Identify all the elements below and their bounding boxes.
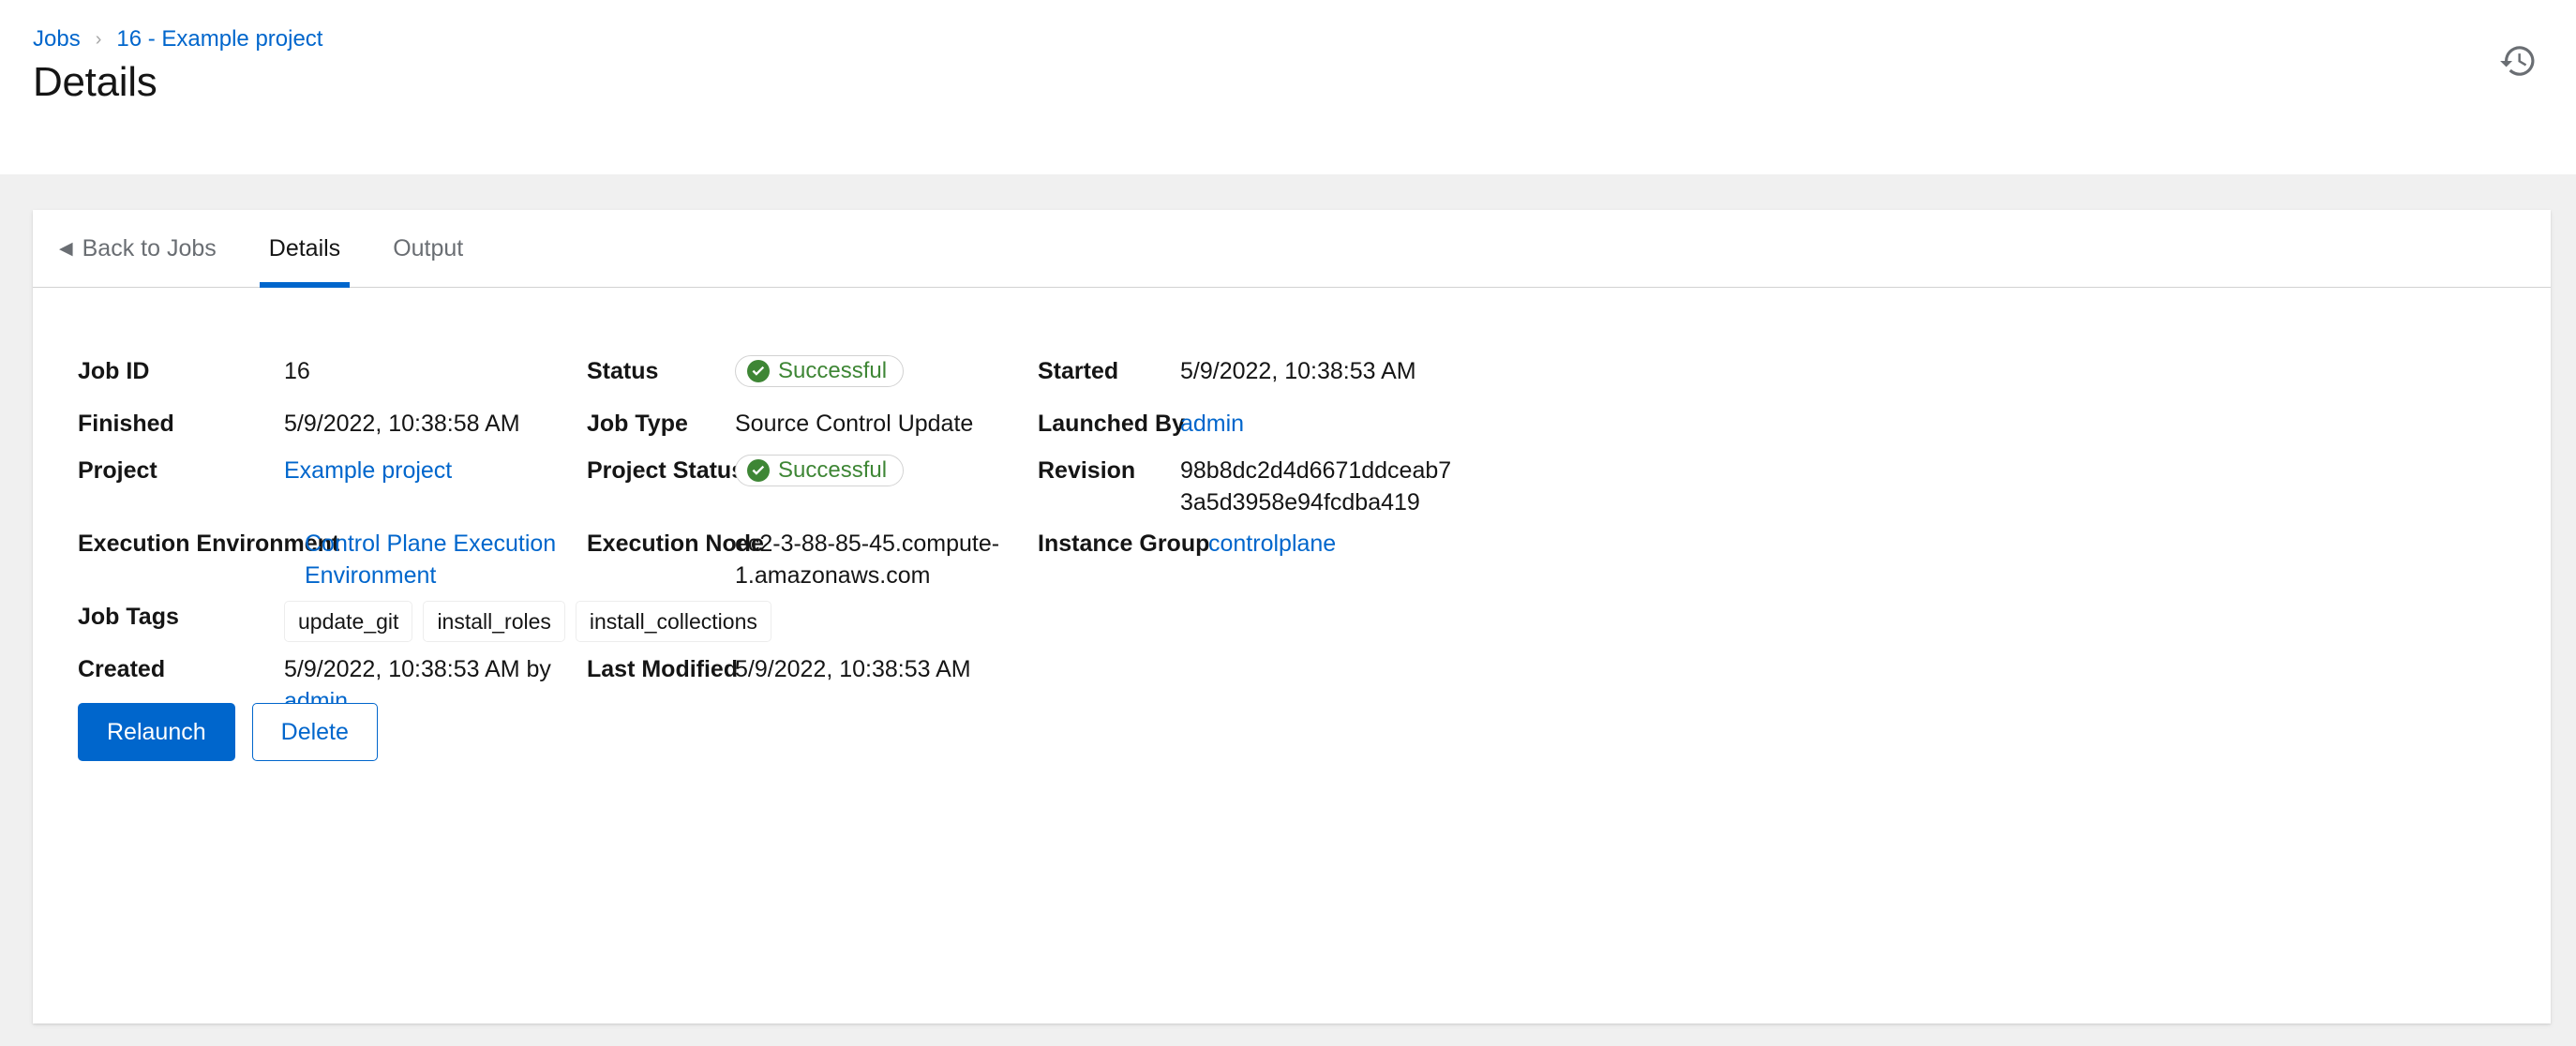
chevron-left-icon: ◀ bbox=[59, 240, 73, 258]
job-history-button[interactable] bbox=[2495, 39, 2540, 84]
execution-environment-value[interactable]: Control Plane Execution Environment bbox=[305, 528, 569, 591]
finished-label: Finished bbox=[78, 408, 279, 440]
launched-by-value[interactable]: admin bbox=[1180, 408, 1471, 440]
started-label: Started bbox=[1038, 355, 1175, 387]
check-circle-icon bbox=[747, 360, 770, 382]
execution-node-value: ec2-3-88-85-45.compute-1.amazonaws.com bbox=[735, 528, 1011, 591]
project-status-badge-label: Successful bbox=[778, 459, 887, 482]
page-title: Details bbox=[33, 60, 157, 105]
revision-label: Revision bbox=[1038, 455, 1175, 486]
created-timestamp: 5/9/2022, 10:38:53 AM by bbox=[284, 656, 551, 682]
tab-details-label: Details bbox=[269, 235, 340, 262]
job-tag-chip[interactable]: update_git bbox=[284, 601, 412, 642]
status-value: Successful bbox=[735, 355, 1026, 387]
tab-details[interactable]: Details bbox=[243, 210, 367, 287]
job-tags-label: Job Tags bbox=[78, 601, 279, 633]
breadcrumb: Jobs › 16 - Example project bbox=[33, 28, 322, 51]
project-label: Project bbox=[78, 455, 279, 486]
instance-group-value[interactable]: controlplane bbox=[1208, 528, 1499, 560]
breadcrumb-item-job[interactable]: 16 - Example project bbox=[116, 28, 322, 51]
revision-value: 98b8dc2d4d6671ddceab73a5d3958e94fcdba419 bbox=[1180, 455, 1457, 518]
finished-value: 5/9/2022, 10:38:58 AM bbox=[284, 408, 565, 440]
project-value[interactable]: Example project bbox=[284, 455, 565, 486]
tab-output[interactable]: Output bbox=[367, 210, 489, 287]
created-label: Created bbox=[78, 653, 279, 685]
job-tags-list: update_git install_roles install_collect… bbox=[284, 601, 809, 642]
status-badge-label: Successful bbox=[778, 360, 887, 382]
started-value: 5/9/2022, 10:38:53 AM bbox=[1180, 355, 1471, 387]
job-tag-chip[interactable]: install_collections bbox=[576, 601, 771, 642]
execution-node-label: Execution Node bbox=[587, 528, 727, 560]
job-tags-value: update_git install_roles install_collect… bbox=[284, 601, 809, 642]
check-circle-icon bbox=[747, 459, 770, 482]
last-modified-value: 5/9/2022, 10:38:53 AM bbox=[735, 653, 1026, 685]
job-id-value: 16 bbox=[284, 355, 565, 387]
tab-bar: ◀ Back to Jobs Details Output bbox=[33, 210, 2551, 288]
action-button-row: Relaunch Delete bbox=[78, 703, 378, 761]
status-label: Status bbox=[587, 355, 727, 387]
job-id-label: Job ID bbox=[78, 355, 279, 387]
instance-group-label: Instance Group bbox=[1038, 528, 1202, 560]
history-icon bbox=[2498, 41, 2538, 83]
job-type-label: Job Type bbox=[587, 408, 727, 440]
launched-by-label: Launched By bbox=[1038, 408, 1175, 440]
status-badge[interactable]: Successful bbox=[735, 355, 904, 387]
execution-environment-label: Execution Environment bbox=[78, 528, 298, 560]
tab-output-label: Output bbox=[393, 235, 463, 262]
project-status-value: Successful bbox=[735, 455, 1026, 486]
breadcrumb-separator-icon: › bbox=[96, 30, 102, 49]
tab-back-to-jobs-label: Back to Jobs bbox=[82, 235, 217, 262]
job-tag-chip[interactable]: install_roles bbox=[423, 601, 564, 642]
relaunch-button[interactable]: Relaunch bbox=[78, 703, 235, 761]
project-status-label: Project Status bbox=[587, 455, 727, 486]
project-status-badge[interactable]: Successful bbox=[735, 455, 904, 486]
job-type-value: Source Control Update bbox=[735, 408, 1026, 440]
tab-back-to-jobs[interactable]: ◀ Back to Jobs bbox=[50, 210, 243, 287]
delete-button[interactable]: Delete bbox=[252, 703, 378, 761]
job-details-card: ◀ Back to Jobs Details Output Job ID 16 … bbox=[33, 210, 2551, 1024]
breadcrumb-item-jobs[interactable]: Jobs bbox=[33, 28, 81, 51]
page-header: Jobs › 16 - Example project Details bbox=[0, 0, 2576, 174]
